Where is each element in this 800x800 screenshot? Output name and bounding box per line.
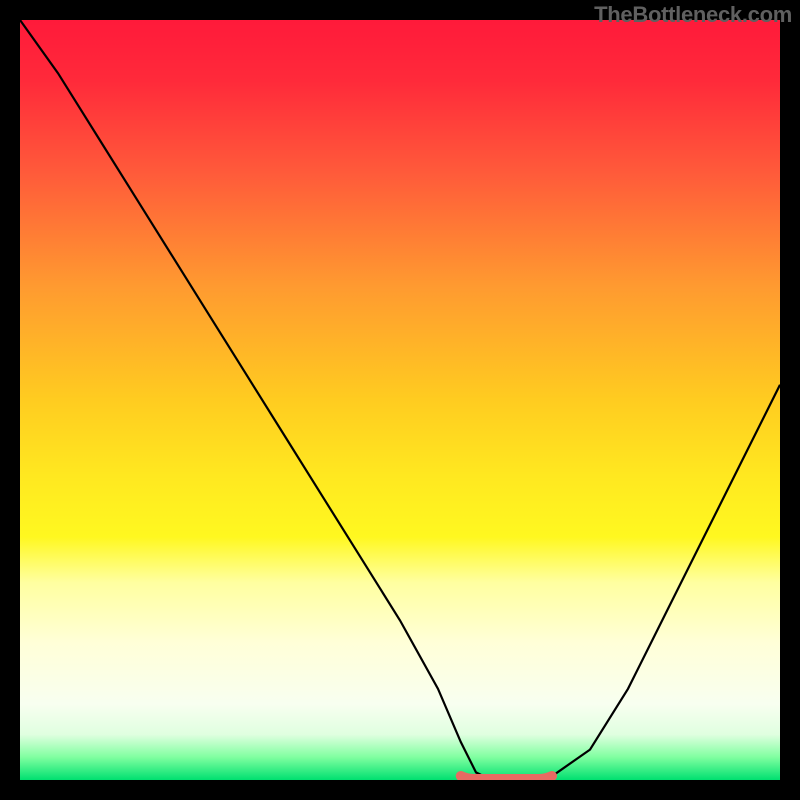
plot-background-gradient [20, 20, 780, 780]
chart-container: TheBottleneck.com [0, 0, 800, 800]
watermark-text: TheBottleneck.com [594, 2, 792, 28]
